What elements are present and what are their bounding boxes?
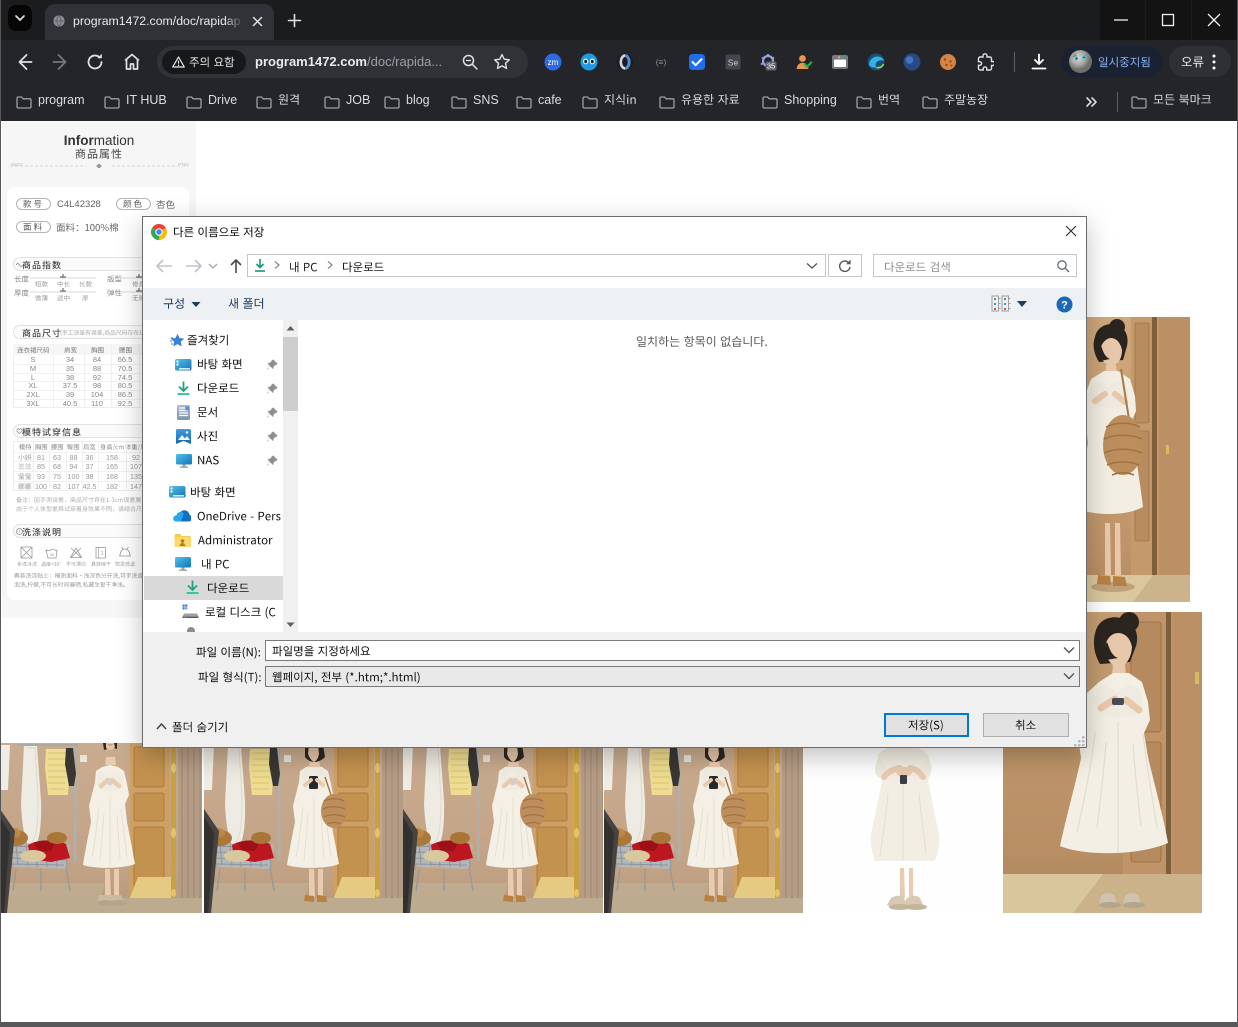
svg-text:zm: zm [548, 58, 559, 67]
svg-text:Se: Se [728, 58, 739, 68]
svg-text:!: ! [19, 529, 20, 534]
svg-text:30: 30 [49, 552, 54, 557]
svg-text:?: ? [1061, 300, 1068, 312]
svg-text:(≡): (≡) [656, 57, 667, 67]
svg-text:1: 1 [100, 551, 103, 557]
svg-text:35: 35 [767, 62, 775, 71]
